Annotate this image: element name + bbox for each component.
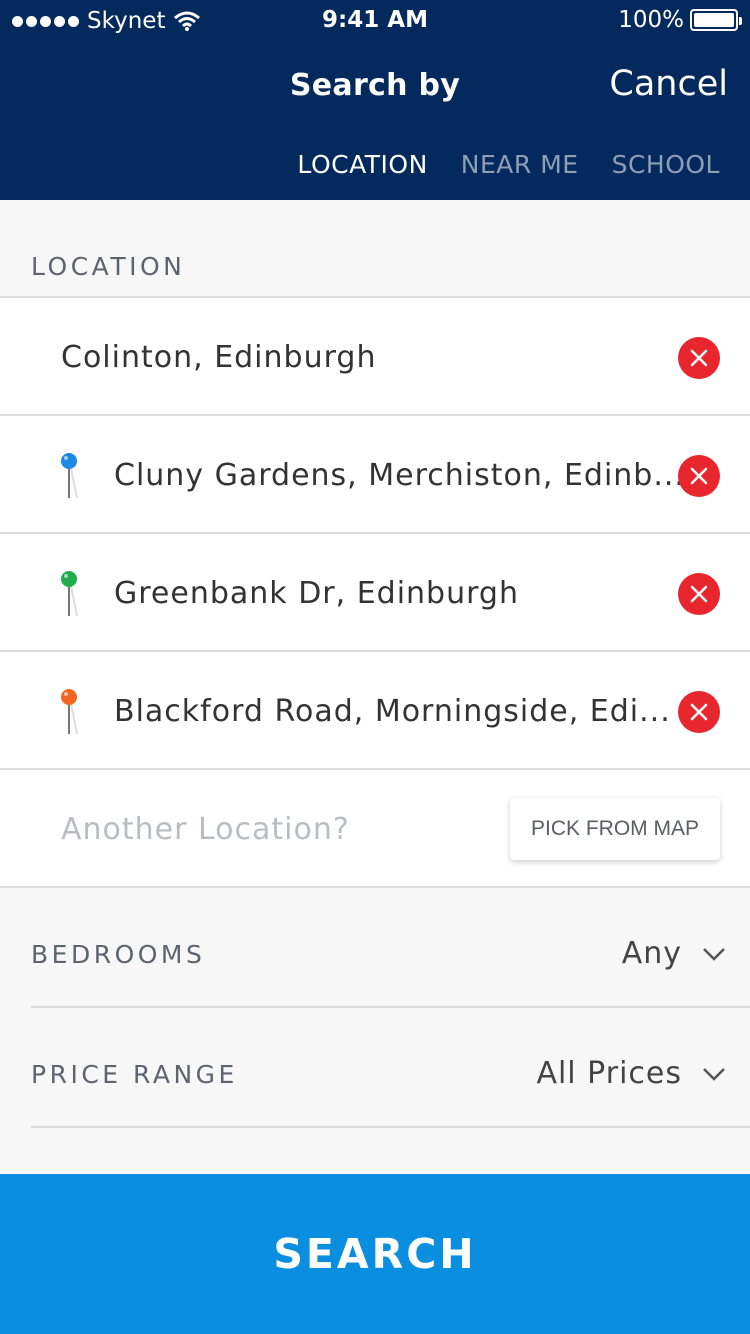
location-item-text: Greenbank Dr, Edinburgh <box>114 576 519 611</box>
tab-school[interactable]: SCHOOL <box>612 150 720 179</box>
location-item[interactable]: Greenbank Dr, Edinburgh <box>0 534 750 652</box>
location-item[interactable]: Cluny Gardens, Merchiston, Edinb... <box>0 416 750 534</box>
battery-icon <box>690 9 742 31</box>
map-pin-icon <box>61 453 78 499</box>
location-item-text: Cluny Gardens, Merchiston, Edinb... <box>114 458 685 493</box>
search-tabs: LOCATION NEAR ME SCHOOL <box>297 150 720 179</box>
status-right: 100% <box>618 7 742 33</box>
close-icon <box>690 467 708 485</box>
remove-location-button[interactable] <box>678 337 720 379</box>
map-pin-icon <box>61 689 78 735</box>
header: Skynet 9:41 AM 100% Search by Cancel LOC… <box>0 0 750 200</box>
bedrooms-select[interactable]: Any <box>622 936 726 971</box>
search-button[interactable]: SEARCH <box>0 1174 750 1334</box>
battery-percent: 100% <box>618 7 684 33</box>
add-location-row: Another Location? PICK FROM MAP <box>0 770 750 888</box>
close-icon <box>690 585 708 603</box>
location-section-label: LOCATION <box>31 252 186 281</box>
price-range-select[interactable]: All Prices <box>536 1056 726 1091</box>
chevron-down-icon <box>703 1067 725 1081</box>
remove-location-button[interactable] <box>678 691 720 733</box>
map-pin-icon <box>61 571 78 617</box>
location-item[interactable]: Colinton, Edinburgh <box>0 298 750 416</box>
bedrooms-value: Any <box>621 936 682 971</box>
remove-location-button[interactable] <box>678 573 720 615</box>
another-location-input[interactable]: Another Location? <box>61 812 350 847</box>
price-range-label: PRICE RANGE <box>31 1060 238 1089</box>
remove-location-button[interactable] <box>678 455 720 497</box>
location-item-text: Blackford Road, Morningside, Edi... <box>114 694 671 729</box>
close-icon <box>690 703 708 721</box>
location-list: Colinton, Edinburgh Cluny Gardens, Merch… <box>0 296 750 888</box>
cancel-button[interactable]: Cancel <box>609 64 728 104</box>
location-item-text: Colinton, Edinburgh <box>61 340 377 375</box>
price-range-filter[interactable]: PRICE RANGE All Prices <box>31 1008 750 1128</box>
location-item[interactable]: Blackford Road, Morningside, Edi... <box>0 652 750 770</box>
bedrooms-label: BEDROOMS <box>31 940 206 969</box>
tab-near-me[interactable]: NEAR ME <box>461 150 579 179</box>
pick-from-map-button[interactable]: PICK FROM MAP <box>510 798 720 860</box>
bedrooms-filter[interactable]: BEDROOMS Any <box>31 888 750 1008</box>
price-range-value: All Prices <box>536 1056 682 1091</box>
chevron-down-icon <box>703 947 725 961</box>
tab-location[interactable]: LOCATION <box>297 150 427 179</box>
close-icon <box>690 349 708 367</box>
status-bar: Skynet 9:41 AM 100% <box>0 0 750 40</box>
